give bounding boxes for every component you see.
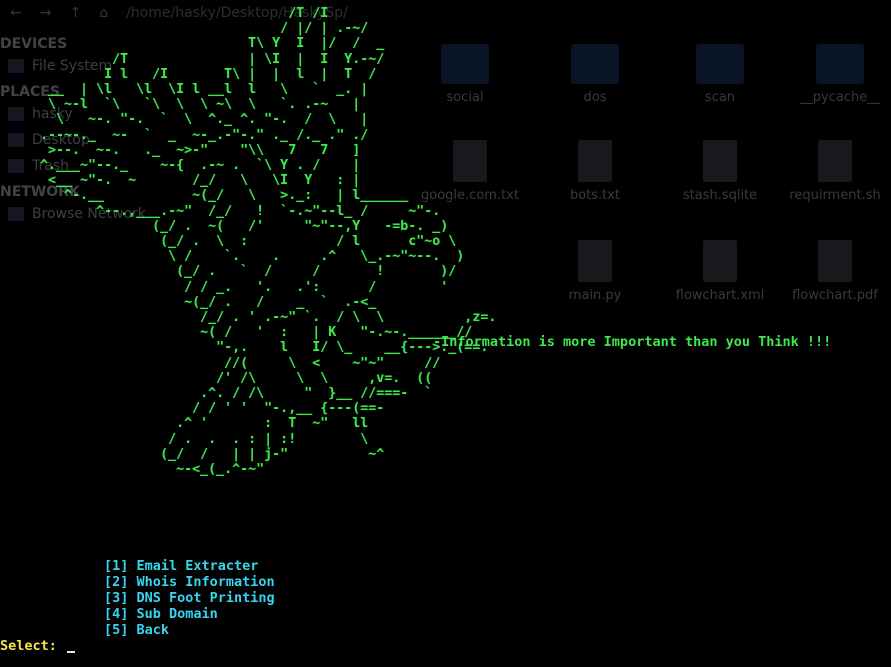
terminal-window[interactable]: ← → ↑ ⌂ /home/hasky/Desktop/HaskySp/ DEV… bbox=[0, 0, 891, 667]
file-item: flowchart.pdf bbox=[780, 240, 890, 303]
menu-option-sub-domain: [4] Sub Domain bbox=[104, 606, 218, 622]
tagline-text: -Information is more Important than you … bbox=[433, 334, 832, 350]
menu-option-dns-foot-printing: [3] DNS Foot Printing bbox=[104, 590, 275, 606]
file-item: main.py bbox=[540, 240, 650, 303]
folder-icon bbox=[696, 44, 744, 84]
ascii-art-banner: /T /I / |/ | .-~/ T\ Y I |/ / _ /T | \I … bbox=[40, 6, 497, 478]
script-file-icon bbox=[818, 140, 852, 182]
select-prompt[interactable]: Select: bbox=[0, 638, 76, 654]
file-item: stash.sqlite bbox=[665, 140, 775, 203]
prompt-label: Select: bbox=[0, 638, 66, 654]
menu-option-email-extracter: [1] Email Extracter bbox=[104, 558, 259, 574]
python-file-icon bbox=[578, 240, 612, 282]
file-item: requirment.sh bbox=[780, 140, 890, 203]
file-item: __pycache__ bbox=[785, 44, 891, 105]
file-item: flowchart.xml bbox=[665, 240, 775, 303]
pdf-file-icon bbox=[818, 240, 852, 282]
file-item: bots.txt bbox=[540, 140, 650, 203]
menu-option-back: [5] Back bbox=[104, 622, 170, 638]
xml-file-icon bbox=[703, 240, 737, 282]
database-file-icon bbox=[703, 140, 737, 182]
text-file-icon bbox=[578, 140, 612, 182]
file-item: dos bbox=[540, 44, 650, 105]
text-cursor bbox=[67, 651, 76, 653]
file-item: scan bbox=[665, 44, 775, 105]
menu-option-whois-information: [2] Whois Information bbox=[104, 574, 275, 590]
tool-menu: [1] Email Extracter [2] Whois Informatio… bbox=[104, 558, 275, 638]
folder-icon bbox=[816, 44, 864, 84]
folder-icon bbox=[571, 44, 619, 84]
